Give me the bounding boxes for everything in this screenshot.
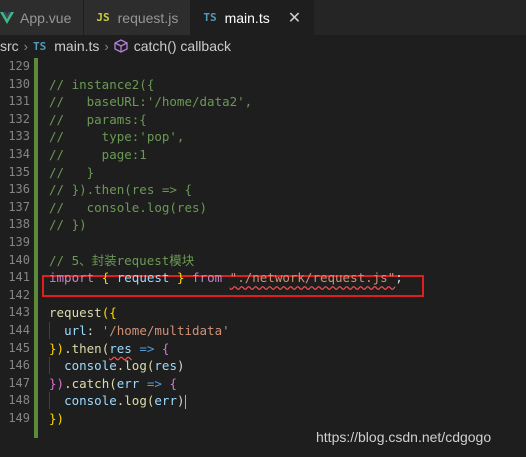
code-line-140: // 5、封装request模块 (49, 252, 195, 268)
code-editor[interactable]: 129 130 131 132 133 134 135 136 137 138 139 140 141 1… (0, 58, 526, 457)
brace: }) (49, 410, 65, 426)
line-number: 138 (8, 217, 30, 232)
code-line-145: }).then(res => { (49, 340, 403, 358)
typescript-file-icon: TS (33, 39, 47, 53)
editor-tab-bar: App.vue JS request.js TS main.ts ✕ (0, 0, 526, 35)
console-object: console (64, 393, 117, 409)
arrow: => (146, 375, 162, 391)
from-keyword: from (192, 270, 223, 286)
chevron-right-icon: › (104, 38, 109, 54)
line-number: 140 (8, 252, 30, 267)
code-line-136: // }).then(res => { (49, 182, 192, 198)
line-number: 144 (8, 322, 30, 337)
catch-call: .catch( (64, 375, 117, 391)
code-line-131: // baseURL:'/home/data2', (49, 94, 253, 110)
javascript-file-icon: JS (96, 11, 110, 24)
code-line-134: // page:1 (49, 146, 147, 162)
line-number: 130 (8, 76, 30, 91)
code-line-141: import { request } from "./network/reque… (49, 269, 403, 287)
paren: ) (176, 358, 185, 374)
function-call: request (49, 305, 102, 321)
line-number: 135 (8, 164, 30, 179)
line-number: 132 (8, 111, 30, 126)
line-number: 137 (8, 199, 30, 214)
code-line-144: url: '/home/multidata' (49, 322, 403, 340)
colon: : (86, 322, 95, 338)
tab-label: main.ts (224, 9, 270, 26)
line-number: 133 (8, 129, 30, 144)
code-line-133: // type:'pop', (49, 129, 185, 145)
log-arg: err (154, 393, 177, 409)
line-number: 134 (8, 146, 30, 161)
then-call: .then( (64, 340, 110, 356)
line-number: 131 (8, 94, 30, 109)
line-number: 147 (8, 375, 30, 390)
paren: ) (176, 393, 185, 409)
line-number: 129 (8, 59, 30, 73)
vue-icon (0, 11, 14, 24)
url-string: '/home/multidata' (101, 322, 230, 338)
tab-main-ts[interactable]: TS main.ts ✕ (191, 0, 315, 35)
breadcrumb: src › TS main.ts › catch() callback (0, 35, 526, 57)
log-call: .log( (116, 358, 155, 374)
code-line-143: request({ (49, 304, 403, 322)
code-lines: // instance2({ // baseURL:'/home/data2',… (49, 58, 403, 427)
tab-label: request.js (117, 9, 179, 26)
line-number: 136 (8, 182, 30, 197)
code-line-149: }) (49, 410, 403, 428)
module-path-string: "./network/request.js" (229, 270, 396, 286)
line-number: 141 (8, 270, 30, 285)
tab-request-js[interactable]: JS request.js (84, 0, 192, 35)
code-line-146: console.log(res) (49, 357, 403, 375)
text-cursor (184, 394, 186, 409)
watermark: https://blog.csdn.net/cdgogo (316, 429, 492, 445)
breadcrumb-file[interactable]: main.ts (54, 38, 99, 54)
line-number: 149 (8, 410, 30, 425)
tab-label: App.vue (20, 9, 72, 26)
code-line-138: // }) (49, 217, 87, 233)
code-line-132: // params:{ (49, 111, 147, 127)
line-number: 142 (8, 287, 30, 302)
line-number-gutter: 129 130 131 132 133 134 135 136 137 138 139 140 141 1… (0, 58, 30, 427)
object-key: url (64, 322, 87, 338)
line-number: 146 (8, 358, 30, 373)
brace: { (161, 340, 170, 356)
code-line-130: // instance2({ (49, 76, 155, 92)
line-number: 143 (8, 305, 30, 320)
brace: { (169, 375, 177, 391)
code-line-148: console.log(err) (49, 392, 403, 410)
import-name: request (116, 270, 170, 286)
console-object: console (64, 358, 117, 374)
git-change-indicator (34, 58, 38, 438)
chevron-right-icon: › (23, 38, 29, 54)
brace: ({ (101, 305, 117, 321)
brace: }) (49, 340, 65, 356)
param: err (116, 375, 140, 391)
code-line-147: }).catch(err => { (49, 375, 403, 393)
log-arg: res (154, 358, 177, 374)
breadcrumb-symbol[interactable]: catch() callback (134, 38, 231, 54)
import-keyword: import (49, 270, 95, 286)
typescript-file-icon: TS (203, 11, 217, 24)
brace: } (176, 270, 185, 286)
symbol-method-icon (114, 39, 128, 53)
tab-app-vue[interactable]: App.vue (0, 0, 85, 35)
line-number: 148 (8, 393, 30, 408)
line-number: 145 (8, 340, 30, 355)
brace: { (101, 270, 110, 286)
param: res (109, 340, 132, 356)
code-line-137: // console.log(res) (49, 199, 208, 215)
brace: }) (49, 375, 65, 391)
code-line-135: // } (49, 164, 95, 180)
line-number: 139 (8, 234, 30, 249)
breadcrumb-folder[interactable]: src (0, 38, 19, 54)
log-call: .log( (116, 393, 155, 409)
arrow: => (139, 340, 155, 356)
close-icon[interactable]: ✕ (288, 8, 301, 28)
semicolon: ; (395, 270, 403, 286)
